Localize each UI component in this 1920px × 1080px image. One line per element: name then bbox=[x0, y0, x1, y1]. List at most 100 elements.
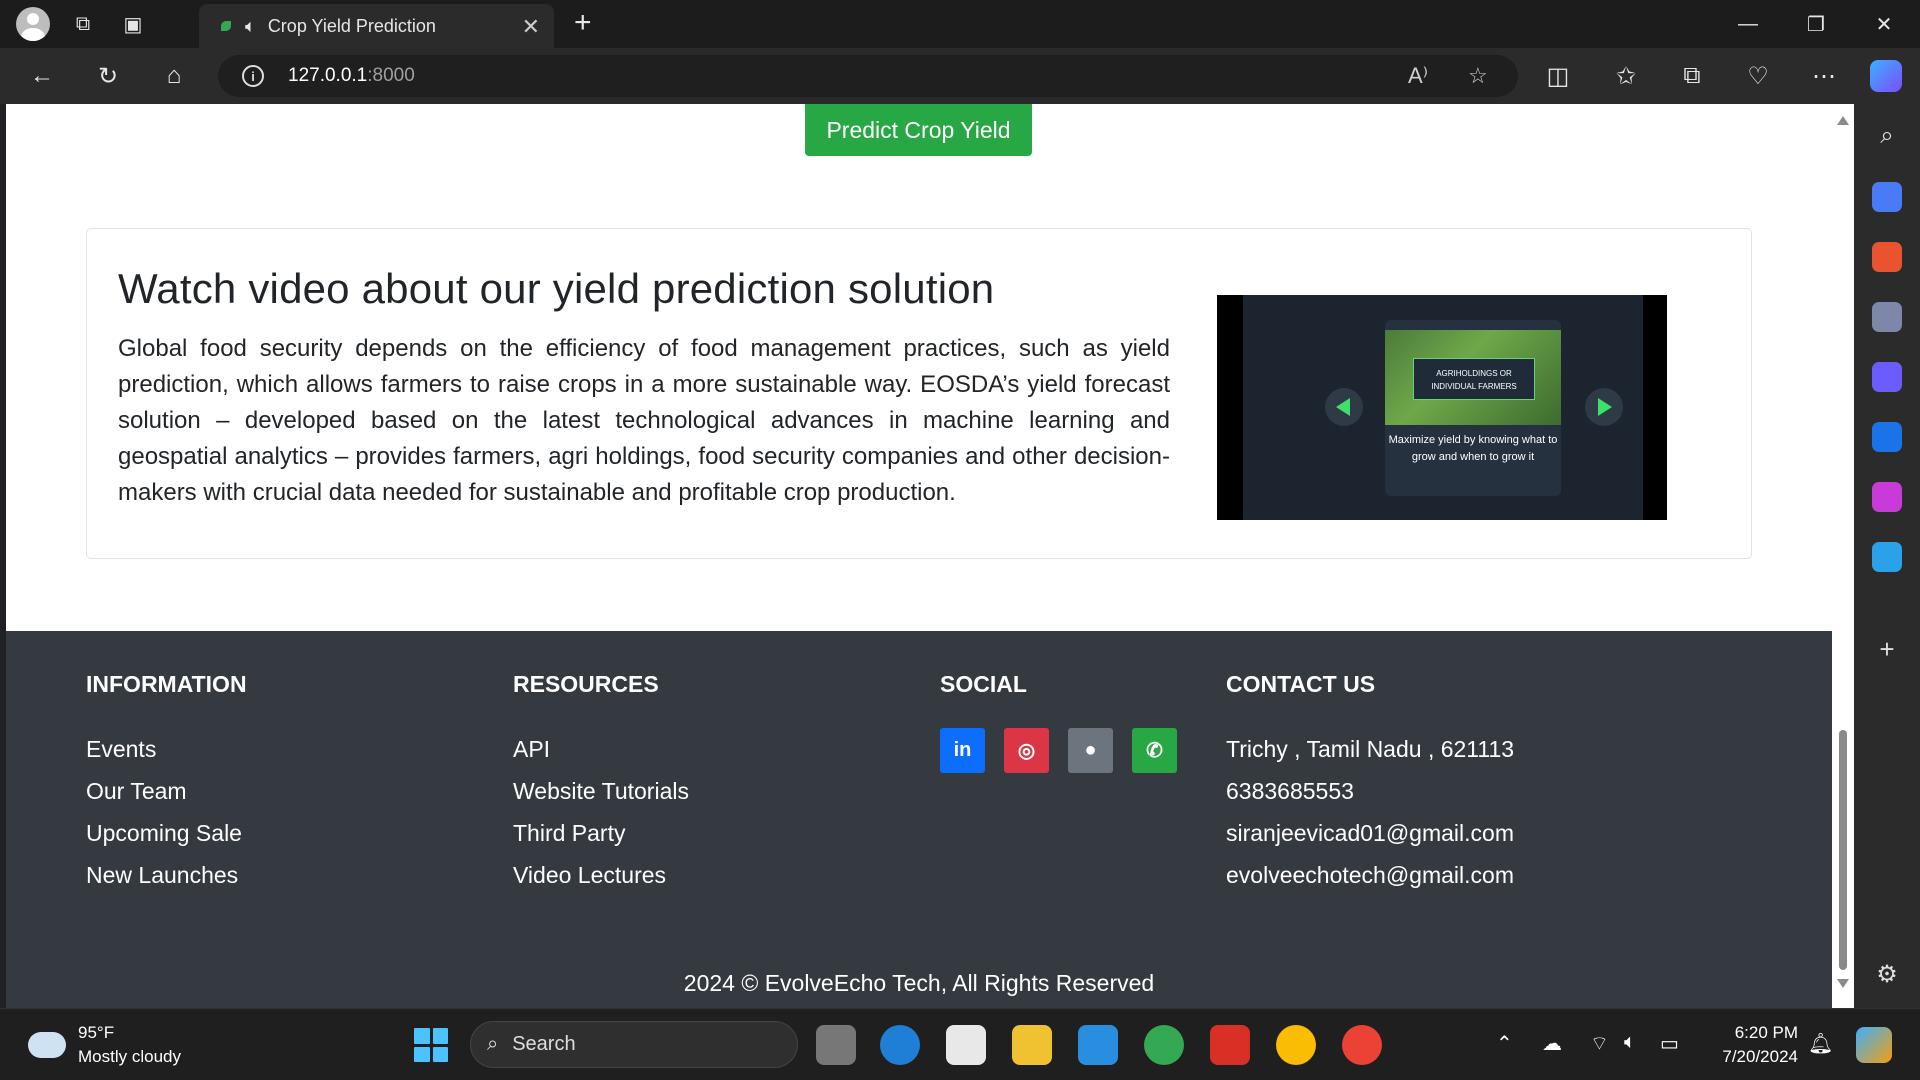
workspaces-icon[interactable]: ⧉ bbox=[67, 8, 99, 40]
copilot-icon[interactable] bbox=[1870, 60, 1902, 92]
more-menu-icon[interactable]: ⋯ bbox=[1808, 60, 1840, 92]
video-frame: AGRIHOLDINGS OR INDIVIDUAL FARMERS Maxim… bbox=[1243, 295, 1643, 520]
copilot-pre-icon[interactable] bbox=[1856, 1027, 1892, 1063]
battery-icon[interactable]: ▭ bbox=[1660, 1031, 1679, 1056]
sidebar-copilot-icon[interactable] bbox=[1872, 362, 1902, 392]
footer-link-website-tutorials[interactable]: Website Tutorials bbox=[513, 770, 689, 812]
chrome-app-icon[interactable] bbox=[1144, 1025, 1184, 1065]
edge-app-icon[interactable] bbox=[880, 1025, 920, 1065]
close-window-button[interactable]: ✕ bbox=[1850, 0, 1918, 48]
tab-crop-yield[interactable]: 🔈︎ Crop Yield Prediction ✕ bbox=[199, 4, 554, 48]
video-caption: Maximize yield by knowing what to grow a… bbox=[1388, 434, 1558, 463]
sidebar-tools-icon[interactable] bbox=[1872, 242, 1902, 272]
tab-actions-icon[interactable]: ▣ bbox=[117, 8, 149, 40]
sidebar-settings-gear-icon[interactable]: ⚙ bbox=[1872, 960, 1902, 990]
sidebar-outlook-icon[interactable] bbox=[1872, 422, 1902, 452]
scrollbar-thumb[interactable] bbox=[1839, 730, 1847, 970]
home-button[interactable]: ⌂ bbox=[158, 60, 190, 92]
page-scrollbar[interactable] bbox=[1832, 104, 1854, 1008]
github-icon[interactable]: ● bbox=[1068, 728, 1113, 773]
taskbar-search-label: Search bbox=[512, 1033, 576, 1055]
onedrive-icon[interactable]: ☁ bbox=[1542, 1031, 1562, 1056]
footer-information: INFORMATION Events Our Team Upcoming Sal… bbox=[86, 671, 247, 896]
footer-resources-title: RESOURCES bbox=[513, 671, 659, 697]
site-info-icon[interactable]: i bbox=[242, 65, 264, 87]
favorite-star-icon[interactable]: ☆ bbox=[1468, 55, 1488, 97]
minimize-button[interactable]: — bbox=[1714, 0, 1782, 48]
sidebar-designer-icon[interactable] bbox=[1872, 482, 1902, 512]
footer-link-third-party[interactable]: Third Party bbox=[513, 812, 689, 854]
browser-titlebar: ⧉ ▣ 🔈︎ Crop Yield Prediction ✕ + — ❐ ✕ bbox=[0, 0, 1920, 48]
site-footer: INFORMATION Events Our Team Upcoming Sal… bbox=[6, 631, 1832, 1008]
cloudy-weather-icon bbox=[28, 1024, 66, 1058]
browser-essentials-icon[interactable]: ♡ bbox=[1742, 60, 1774, 92]
video-section-paragraph: Global food security depends on the effi… bbox=[118, 335, 1170, 506]
sidebar-games-icon[interactable] bbox=[1872, 302, 1902, 332]
footer-link-api[interactable]: API bbox=[513, 728, 689, 770]
sidebar-add-icon[interactable]: + bbox=[1872, 634, 1902, 664]
close-tab-icon[interactable]: ✕ bbox=[522, 14, 540, 40]
task-view-icon[interactable] bbox=[816, 1025, 856, 1065]
refresh-button[interactable]: ↻ bbox=[92, 60, 124, 92]
whatsapp-icon[interactable]: ✆ bbox=[1132, 728, 1177, 773]
footer-contact: CONTACT US Trichy , Tamil Nadu , 621113 … bbox=[1226, 671, 1514, 896]
back-button[interactable]: ← bbox=[26, 60, 58, 92]
sidebar-shopping-icon[interactable] bbox=[1872, 182, 1902, 212]
footer-link-new-launches[interactable]: New Launches bbox=[86, 854, 247, 896]
instagram-icon[interactable]: ◎ bbox=[1004, 728, 1049, 773]
wps-app-icon[interactable] bbox=[1210, 1025, 1250, 1065]
scroll-down-arrow-icon[interactable] bbox=[1837, 979, 1849, 988]
restore-button[interactable]: ❐ bbox=[1782, 0, 1850, 48]
collections-icon[interactable]: ⧉ bbox=[1676, 60, 1708, 92]
windows-start-icon[interactable] bbox=[414, 1028, 448, 1062]
contact-address: Trichy , Tamil Nadu , 621113 bbox=[1226, 736, 1515, 762]
vscode-app-icon[interactable] bbox=[1078, 1025, 1118, 1065]
search-icon: ⌕ bbox=[487, 1033, 499, 1055]
address-bar[interactable]: i 127.0.0.1:8000 A⁾ ☆ bbox=[218, 55, 1518, 97]
tray-chevron-up-icon[interactable]: ⌃ bbox=[1496, 1031, 1513, 1056]
footer-link-events[interactable]: Events bbox=[86, 728, 247, 770]
contact-email-2[interactable]: evolveechotech@gmail.com bbox=[1226, 854, 1514, 896]
taskbar-clock[interactable]: 6:20 PM 7/20/2024 bbox=[1700, 1021, 1798, 1069]
speaker-icon[interactable]: 🔈︎ bbox=[245, 16, 256, 37]
profile-avatar[interactable] bbox=[16, 7, 50, 41]
file-explorer-icon[interactable] bbox=[1012, 1025, 1052, 1065]
video-slide: AGRIHOLDINGS OR INDIVIDUAL FARMERS Maxim… bbox=[1385, 320, 1561, 496]
favorites-icon[interactable]: ✩ bbox=[1610, 60, 1642, 92]
contact-email-1[interactable]: siranjeevicad01@gmail.com bbox=[1226, 812, 1514, 854]
weather-temperature: 95°F bbox=[78, 1023, 115, 1042]
url-host: 127.0.0.1 bbox=[288, 65, 368, 86]
notification-bell-icon[interactable]: 🔔︎ bbox=[1808, 1031, 1833, 1056]
browser-toolbar: ← ↻ ⌂ i 127.0.0.1:8000 A⁾ ☆ ◫ ✩ ⧉ ♡ ⋯ bbox=[0, 48, 1920, 104]
footer-link-our-team[interactable]: Our Team bbox=[86, 770, 247, 812]
taskbar-search[interactable]: ⌕ Search bbox=[470, 1021, 798, 1068]
field-thumbnail: AGRIHOLDINGS OR INDIVIDUAL FARMERS bbox=[1385, 330, 1561, 425]
footer-link-upcoming-sale[interactable]: Upcoming Sale bbox=[86, 812, 247, 854]
weather-description: Mostly cloudy bbox=[78, 1047, 181, 1066]
chrome-profile-3-icon[interactable] bbox=[1342, 1025, 1382, 1065]
clock-time: 6:20 PM bbox=[1734, 1023, 1798, 1042]
weather-widget[interactable]: 95°F Mostly cloudy bbox=[28, 1021, 181, 1069]
read-aloud-icon[interactable]: A⁾ bbox=[1408, 55, 1428, 97]
footer-social-title: SOCIAL bbox=[940, 671, 1027, 697]
predict-crop-yield-button[interactable]: Predict Crop Yield bbox=[805, 104, 1032, 156]
store-app-icon[interactable] bbox=[946, 1025, 986, 1065]
volume-icon[interactable]: 🔈︎ bbox=[1624, 1031, 1636, 1054]
wifi-icon[interactable]: ⌔ bbox=[1590, 1031, 1609, 1056]
footer-copyright: 2024 © EvolveEcho Tech, All Rights Reser… bbox=[683, 970, 1155, 996]
video-tag: AGRIHOLDINGS OR INDIVIDUAL FARMERS bbox=[1413, 358, 1535, 400]
page-viewport: Predict Crop Yield Watch video about our… bbox=[6, 104, 1832, 1008]
scroll-up-arrow-icon[interactable] bbox=[1837, 116, 1849, 125]
new-tab-button[interactable]: + bbox=[574, 6, 592, 40]
video-section-card: Watch video about our yield prediction s… bbox=[86, 228, 1752, 559]
linkedin-icon[interactable]: in bbox=[940, 728, 985, 773]
video-next-arrow-icon bbox=[1585, 388, 1623, 426]
video-player[interactable]: AGRIHOLDINGS OR INDIVIDUAL FARMERS Maxim… bbox=[1217, 295, 1667, 520]
social-icons: in ◎ ● ✆ bbox=[940, 728, 1177, 773]
chrome-profile-2-icon[interactable] bbox=[1276, 1025, 1316, 1065]
split-screen-icon[interactable]: ◫ bbox=[1542, 60, 1574, 92]
footer-link-video-lectures[interactable]: Video Lectures bbox=[513, 854, 689, 896]
sidebar-send-icon[interactable] bbox=[1872, 542, 1902, 572]
video-prev-arrow-icon bbox=[1325, 388, 1363, 426]
sidebar-search-icon[interactable]: ⌕ bbox=[1872, 122, 1902, 152]
